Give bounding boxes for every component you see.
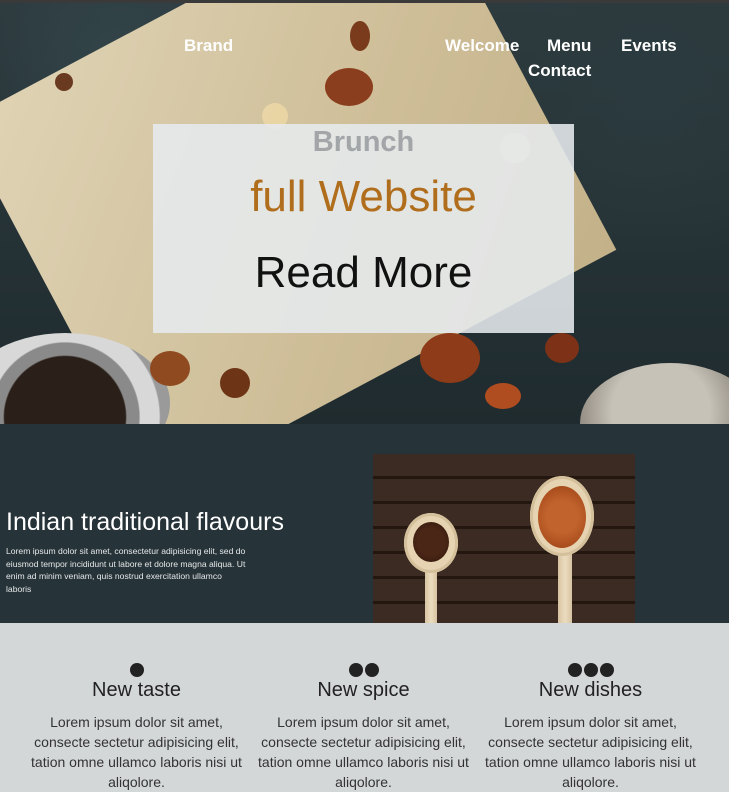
nav-link-welcome[interactable]: Welcome (445, 36, 519, 56)
two-dots-icon (250, 663, 477, 677)
three-dots-icon (477, 663, 704, 677)
highlight-title: New spice (317, 679, 410, 701)
highlight-title: New dishes (538, 679, 643, 701)
nav-link-events[interactable]: Events (621, 36, 677, 56)
highlight-text: Lorem ipsum dolor sit amet, consecte sec… (258, 714, 469, 790)
main-navbar: Brand Welcome Menu Events Contact (0, 3, 729, 103)
feature-text: Lorem ipsum dolor sit amet, consectetur … (6, 546, 246, 594)
highlight-text: Lorem ipsum dolor sit amet, consecte sec… (31, 714, 242, 790)
hero-subtitle: Brunch (312, 126, 415, 158)
hero-background-spice (485, 383, 521, 409)
highlight-title: New taste (92, 679, 181, 701)
powder-spice (538, 486, 586, 548)
hero-background-spice (150, 351, 190, 386)
spice-spoons-image (373, 454, 635, 623)
highlights-section: New taste Lorem ipsum dolor sit amet, co… (0, 623, 729, 790)
hero-background-nut (580, 363, 729, 424)
highlight-item: New spice Lorem ipsum dolor sit amet, co… (250, 623, 477, 790)
hero-background-spice (545, 333, 579, 363)
feature-section: Indian traditional flavours Lorem ipsum … (0, 424, 729, 623)
highlight-item: New dishes Lorem ipsum dolor sit amet, c… (477, 623, 704, 790)
cloves-spice (413, 522, 449, 562)
nav-link-menu[interactable]: Menu (547, 36, 591, 56)
hero-background-spice (420, 333, 480, 383)
one-dot-icon (23, 663, 250, 677)
hero-background-spice (220, 368, 250, 398)
read-more-button[interactable]: Read More (153, 248, 574, 298)
highlight-text: Lorem ipsum dolor sit amet, consecte sec… (485, 714, 696, 790)
highlight-item: New taste Lorem ipsum dolor sit amet, co… (23, 623, 250, 790)
nav-link-contact[interactable]: Contact (528, 61, 591, 81)
hero-overlay-panel: Brunch full Website Read More (153, 124, 574, 333)
hero-section: Brand Welcome Menu Events Contact Brunch… (0, 3, 729, 424)
hero-title: full Website (250, 172, 477, 221)
feature-title: Indian traditional flavours (6, 508, 284, 536)
brand-link[interactable]: Brand (184, 36, 233, 56)
